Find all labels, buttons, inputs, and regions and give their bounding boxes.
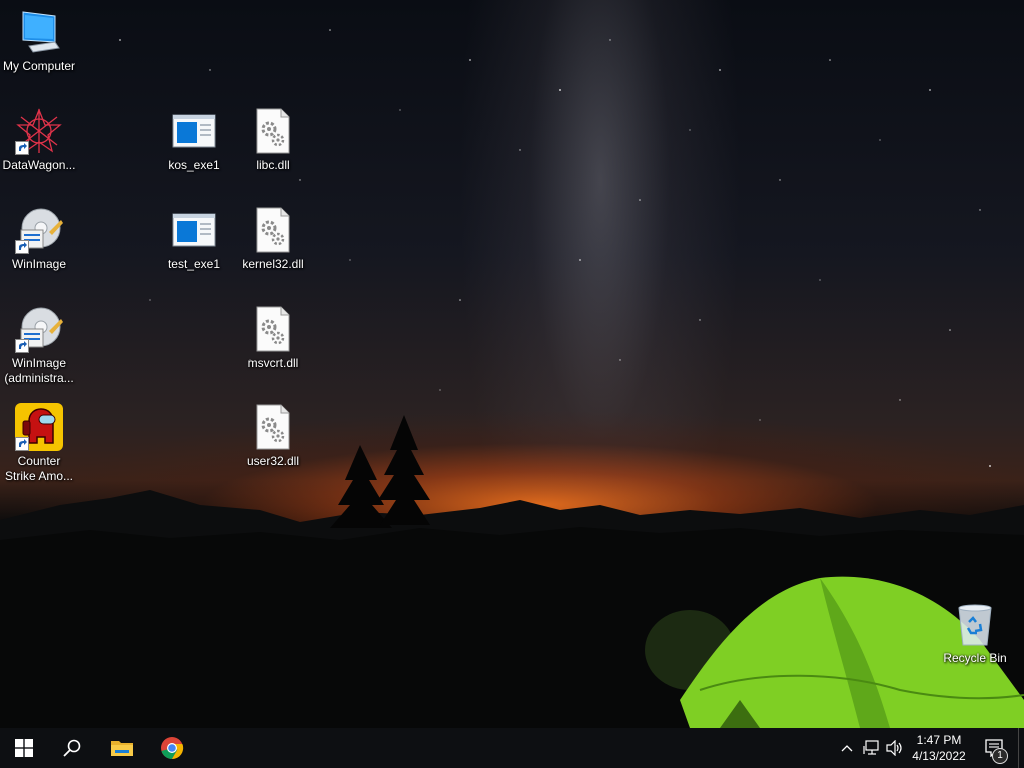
desktop-icon-label: msvcrt.dll xyxy=(247,356,299,370)
desktop-icon-label: Counter Strike Amo... xyxy=(4,454,74,483)
desktop-icon-winimage-admin[interactable]: WinImage (administra... xyxy=(1,305,77,386)
dll-gear-icon xyxy=(249,107,297,155)
among-us-icon xyxy=(15,403,63,451)
desktop-icon-label: DataWagon... xyxy=(2,158,76,172)
datawagon-icon xyxy=(15,107,63,155)
desktop-icon-label: kernel32.dll xyxy=(242,257,304,271)
exe-icon xyxy=(170,206,218,254)
show-hidden-icons-button[interactable] xyxy=(838,728,856,768)
clock-date: 4/13/2022 xyxy=(912,749,966,763)
taskbar: 1:47 PM 4/13/2022 xyxy=(0,728,1024,768)
desktop-icon-user32-dll[interactable]: user32.dll xyxy=(235,403,311,469)
notification-count: 1 xyxy=(997,750,1003,761)
file-explorer-button[interactable] xyxy=(98,728,146,768)
desktop-icon-label: test_exe1 xyxy=(167,257,221,271)
search-icon xyxy=(63,739,81,757)
notification-count-badge: 1 xyxy=(992,748,1008,764)
network-button[interactable] xyxy=(860,728,884,768)
shortcut-arrow-icon xyxy=(15,240,29,254)
desktop-icon-test-exe1[interactable]: test_exe1 xyxy=(156,206,232,272)
winimage-icon xyxy=(15,305,63,353)
desktop-icon-label: user32.dll xyxy=(246,454,300,468)
desktop-icon-label: My Computer xyxy=(2,59,76,73)
dll-gear-icon xyxy=(249,206,297,254)
desktop-icon-my-computer[interactable]: My Computer xyxy=(1,8,77,74)
desktop-icon-msvcrt-dll[interactable]: msvcrt.dll xyxy=(235,305,311,371)
volume-icon xyxy=(886,740,902,756)
computer-icon xyxy=(15,8,63,56)
shortcut-arrow-icon xyxy=(15,141,29,155)
volume-button[interactable] xyxy=(884,728,906,768)
desktop-icon-label: WinImage (administra... xyxy=(4,356,74,385)
chrome-icon xyxy=(161,737,184,760)
network-icon xyxy=(863,740,879,755)
desktop-icon-counter-strike[interactable]: Counter Strike Amo... xyxy=(1,403,77,484)
desktop-icon-label: Recycle Bin xyxy=(943,651,1007,665)
desktop-icon-datawagon[interactable]: DataWagon... xyxy=(1,107,77,173)
desktop-icon-kernel32-dll[interactable]: kernel32.dll xyxy=(235,206,311,272)
recycle-bin-icon xyxy=(951,600,999,648)
chevron-up-icon xyxy=(841,745,853,752)
shortcut-arrow-icon xyxy=(15,437,29,451)
desktop-wallpaper xyxy=(0,0,1024,728)
clock-time: 1:47 PM xyxy=(916,733,962,747)
shortcut-arrow-icon xyxy=(15,339,29,353)
start-icon xyxy=(15,739,33,757)
dll-gear-icon xyxy=(249,305,297,353)
desktop-icon-libc-dll[interactable]: libc.dll xyxy=(235,107,311,173)
desktop-icon-label: WinImage xyxy=(11,257,67,271)
show-desktop-button[interactable] xyxy=(1018,728,1024,768)
desktop-icon-label: kos_exe1 xyxy=(168,158,220,172)
desktop-icon-label: libc.dll xyxy=(256,158,290,172)
chrome-button[interactable] xyxy=(148,728,196,768)
desktop-icon-winimage[interactable]: WinImage xyxy=(1,206,77,272)
search-button[interactable] xyxy=(48,728,96,768)
start-button[interactable] xyxy=(0,728,48,768)
winimage-icon xyxy=(15,206,63,254)
taskbar-clock[interactable]: 1:47 PM 4/13/2022 xyxy=(906,732,972,764)
exe-icon xyxy=(170,107,218,155)
file-explorer-icon xyxy=(111,741,133,756)
dll-gear-icon xyxy=(249,403,297,451)
desktop-icon-recycle-bin[interactable]: Recycle Bin xyxy=(937,600,1013,666)
wallpaper-scene xyxy=(0,29,1024,728)
desktop-icon-kos-exe1[interactable]: kos_exe1 xyxy=(156,107,232,173)
